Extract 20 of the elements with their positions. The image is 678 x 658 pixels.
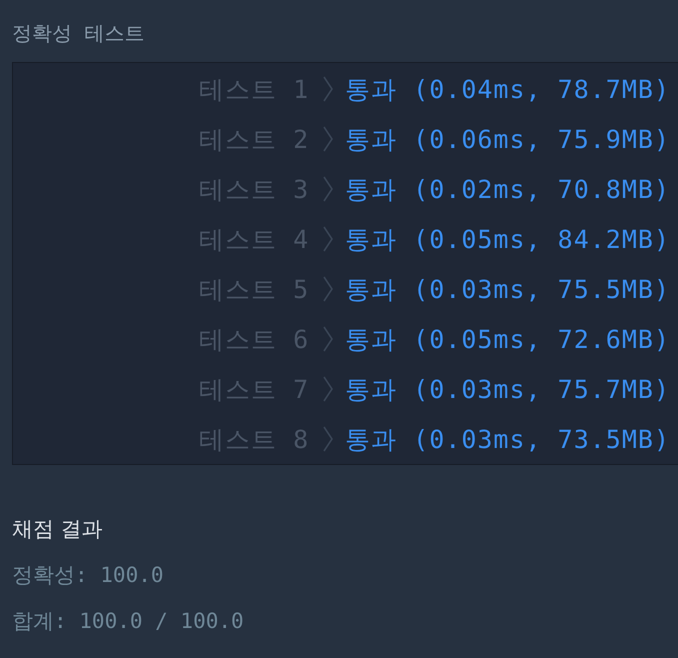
chevron-right-icon: [321, 225, 336, 253]
chevron-right-icon: [321, 325, 336, 353]
summary-line: 정확성: 100.0: [12, 562, 165, 589]
test-result: 통과 (0.05ms, 72.6MB): [345, 324, 670, 356]
test-result: 통과 (0.04ms, 78.7MB): [345, 74, 670, 106]
chevron-right-icon: [321, 125, 336, 153]
summary-line: 합계: 100.0 / 100.0: [12, 608, 245, 635]
section-title: 정확성 테스트: [12, 20, 146, 46]
chevron-right-icon: [321, 275, 336, 303]
chevron-right-icon: [321, 375, 336, 403]
test-result: 통과 (0.06ms, 75.9MB): [345, 124, 670, 156]
test-result: 통과 (0.03ms, 75.7MB): [345, 374, 670, 406]
test-result: 통과 (0.05ms, 84.2MB): [345, 224, 670, 256]
chevron-right-icon: [321, 75, 336, 103]
test-result: 통과 (0.03ms, 73.5MB): [345, 424, 670, 456]
chevron-right-icon: [321, 175, 336, 203]
test-result: 통과 (0.03ms, 75.5MB): [345, 274, 670, 306]
test-result: 통과 (0.02ms, 70.8MB): [345, 174, 670, 206]
summary-title: 채점 결과: [12, 516, 104, 543]
chevron-right-icon: [321, 425, 336, 453]
